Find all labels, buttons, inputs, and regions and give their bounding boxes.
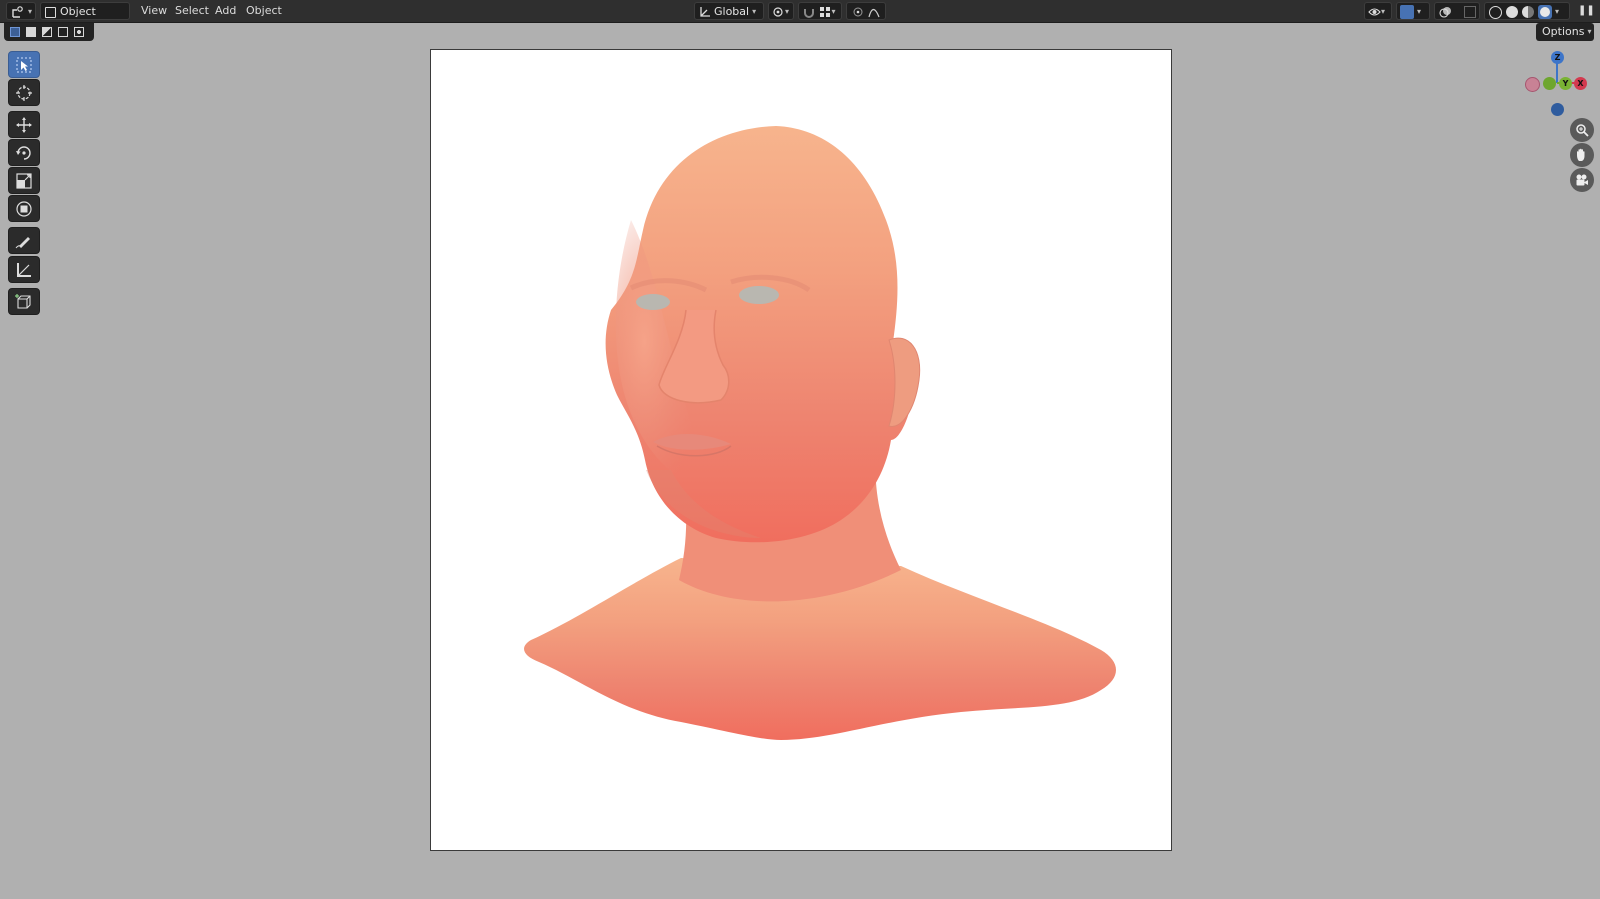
rendered-shading-icon[interactable] bbox=[1538, 5, 1552, 19]
menu-add[interactable]: Add bbox=[215, 2, 236, 20]
add-cube-icon bbox=[15, 293, 31, 309]
orientation-axes-icon bbox=[700, 7, 710, 17]
gizmo-neg-z-axis[interactable] bbox=[1551, 103, 1564, 116]
transform-orientation-dropdown[interactable]: Global ▾ bbox=[694, 2, 764, 20]
select-subtract-icon[interactable] bbox=[42, 27, 52, 37]
tool-transform[interactable] bbox=[8, 195, 40, 222]
gizmo-neg-x-axis[interactable] bbox=[1525, 77, 1540, 92]
tool-select-box[interactable] bbox=[8, 51, 40, 78]
camera-icon bbox=[1576, 174, 1588, 186]
scale-icon bbox=[16, 172, 32, 189]
editor-type-icon bbox=[12, 6, 23, 18]
tool-cursor[interactable] bbox=[8, 79, 40, 106]
pivot-point-icon bbox=[773, 7, 783, 17]
overlays-icon bbox=[1439, 6, 1451, 18]
options-label: Options bbox=[1542, 25, 1585, 38]
falloff-curve-icon bbox=[867, 8, 880, 18]
zoom-magnifier-icon bbox=[1576, 124, 1589, 137]
material-preview-icon[interactable] bbox=[1522, 6, 1534, 18]
snap-magnet-icon bbox=[804, 9, 814, 18]
viewport-header: ▾ Object Mode▾ View Select Add Object Gl… bbox=[0, 0, 1600, 36]
bust-eye-left bbox=[636, 294, 670, 310]
overlays-group[interactable] bbox=[1434, 2, 1480, 20]
gizmo-icon bbox=[1400, 5, 1414, 19]
tool-move[interactable] bbox=[8, 111, 40, 138]
chevron-down-icon: ▾ bbox=[1381, 7, 1386, 16]
chevron-down-icon: ▾ bbox=[28, 7, 33, 16]
tool-measure[interactable] bbox=[8, 256, 40, 283]
select-intersect-icon[interactable] bbox=[74, 27, 84, 37]
options-dropdown[interactable]: Options ▾ bbox=[1536, 23, 1594, 41]
gizmo-x-label: X bbox=[1577, 79, 1584, 88]
pan-view-button[interactable] bbox=[1570, 143, 1594, 167]
tool-add-cube[interactable] bbox=[8, 288, 40, 315]
object-visibility-dropdown[interactable]: ▾ bbox=[1364, 2, 1392, 20]
snap-increment-icon bbox=[819, 7, 830, 17]
pivot-point-dropdown[interactable]: ▾ bbox=[768, 2, 794, 20]
editor-type-dropdown[interactable]: ▾ bbox=[6, 2, 36, 20]
navigation-gizmo[interactable]: Z Y X bbox=[1524, 50, 1600, 130]
eye-icon bbox=[1368, 8, 1381, 16]
tool-annotate[interactable] bbox=[8, 227, 40, 254]
snapping-group[interactable]: ▾ bbox=[798, 2, 842, 20]
blender-window: ▾ Object Mode▾ View Select Add Object Gl… bbox=[0, 0, 1600, 899]
chevron-down-icon: ▾ bbox=[785, 7, 790, 16]
selection-mode-group bbox=[4, 23, 94, 41]
transform-icon bbox=[16, 200, 32, 217]
render-preview-frame[interactable] bbox=[430, 49, 1172, 851]
gizmo-neg-y-axis[interactable] bbox=[1543, 77, 1556, 90]
mode-dropdown[interactable]: Object Mode▾ bbox=[40, 2, 130, 36]
tool-scale[interactable] bbox=[8, 167, 40, 194]
gizmo-y-label: Y bbox=[1562, 79, 1569, 88]
solid-shading-icon[interactable] bbox=[1506, 6, 1518, 18]
shading-modes-group[interactable]: ▾ bbox=[1484, 2, 1570, 20]
tool-rotate[interactable] bbox=[8, 139, 40, 166]
gizmo-z-label: Z bbox=[1554, 53, 1561, 62]
menu-select[interactable]: Select bbox=[175, 2, 209, 20]
chevron-down-icon: ▾ bbox=[831, 7, 836, 16]
wireframe-shading-icon[interactable] bbox=[1489, 5, 1502, 19]
camera-view-button[interactable] bbox=[1570, 168, 1594, 192]
hand-icon bbox=[1577, 148, 1585, 161]
gizmo-toggle-group[interactable]: ▾ bbox=[1396, 2, 1430, 20]
annotate-pencil-icon bbox=[15, 236, 30, 248]
chevron-down-icon: ▾ bbox=[1417, 7, 1422, 16]
proportional-editing-icon bbox=[853, 7, 863, 17]
zoom-view-button[interactable] bbox=[1570, 118, 1594, 142]
proportional-editing-group[interactable] bbox=[846, 2, 886, 20]
move-icon bbox=[16, 116, 32, 133]
rotate-icon bbox=[16, 145, 31, 160]
menu-object[interactable]: Object bbox=[246, 2, 282, 20]
measure-ruler-icon bbox=[17, 262, 31, 277]
pause-render-button[interactable]: ❚❚ bbox=[1578, 2, 1595, 20]
select-difference-icon[interactable] bbox=[58, 27, 68, 37]
select-new-icon[interactable] bbox=[10, 27, 20, 37]
xray-icon[interactable] bbox=[1463, 6, 1476, 18]
select-extend-icon[interactable] bbox=[26, 27, 36, 37]
cursor-icon bbox=[16, 84, 32, 101]
object-mode-icon bbox=[45, 6, 56, 18]
chevron-down-icon: ▾ bbox=[1555, 7, 1560, 16]
chevron-down-icon: ▾ bbox=[1587, 27, 1592, 36]
menu-view[interactable]: View bbox=[141, 2, 167, 20]
pause-icon: ❚❚ bbox=[1578, 5, 1595, 16]
orientation-label: Global bbox=[714, 5, 750, 18]
head-bust-render bbox=[524, 126, 1116, 740]
chevron-down-icon: ▾ bbox=[752, 7, 757, 16]
select-box-icon bbox=[16, 57, 32, 72]
bust-eye-right bbox=[739, 286, 779, 304]
